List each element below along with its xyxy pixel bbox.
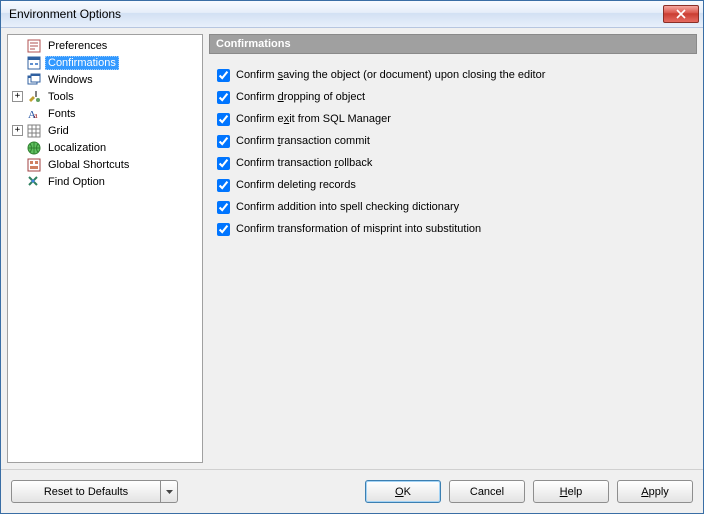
ok-button[interactable]: OK <box>365 480 441 503</box>
expander-spacer <box>12 40 23 51</box>
reset-defaults-dropdown[interactable] <box>161 480 178 503</box>
confirm-label[interactable]: Confirm saving the object (or document) … <box>236 69 545 81</box>
svg-text:a: a <box>34 111 38 120</box>
confirm-option-row: Confirm deleting records <box>215 174 691 196</box>
confirm-option-row: Confirm transaction rollback <box>215 152 691 174</box>
tree-item-grid[interactable]: + Grid <box>8 122 202 139</box>
confirm-checkbox-2[interactable] <box>217 113 230 126</box>
close-icon <box>676 9 686 19</box>
confirm-option-row: Confirm transaction commit <box>215 130 691 152</box>
tree-item-global-shortcuts[interactable]: Global Shortcuts <box>8 156 202 173</box>
reset-defaults-button[interactable]: Reset to Defaults <box>11 480 161 503</box>
section-header: Confirmations <box>209 34 697 54</box>
tree-item-confirmations[interactable]: Confirmations <box>8 54 202 71</box>
tree-item-label: Find Option <box>45 175 108 189</box>
local-icon <box>26 140 42 156</box>
tree-item-find-option[interactable]: Find Option <box>8 173 202 190</box>
tree-item-label: Localization <box>45 141 109 155</box>
titlebar: Environment Options <box>1 1 703 28</box>
tree-item-tools[interactable]: + Tools <box>8 88 202 105</box>
confirm-label[interactable]: Confirm transaction commit <box>236 135 370 147</box>
confirm-label[interactable]: Confirm transformation of misprint into … <box>236 223 481 235</box>
confirm-checkbox-3[interactable] <box>217 135 230 148</box>
confirm-option-row: Confirm dropping of object <box>215 86 691 108</box>
window-title: Environment Options <box>9 7 663 21</box>
tree-item-label: Grid <box>45 124 72 138</box>
button-bar: Reset to Defaults OK Cancel Help Apply <box>1 469 703 513</box>
tree-item-label: Fonts <box>45 107 79 121</box>
expander-spacer <box>12 159 23 170</box>
expander-spacer <box>12 108 23 119</box>
confirm-option-row: Confirm saving the object (or document) … <box>215 64 691 86</box>
tree-item-label: Confirmations <box>45 56 119 70</box>
confirm-label[interactable]: Confirm transaction rollback <box>236 157 372 169</box>
tree-item-preferences[interactable]: Preferences <box>8 37 202 54</box>
tree-item-windows[interactable]: Windows <box>8 71 202 88</box>
apply-button[interactable]: Apply <box>617 480 693 503</box>
cancel-button[interactable]: Cancel <box>449 480 525 503</box>
expander-icon[interactable]: + <box>12 125 23 136</box>
windows-icon <box>26 72 42 88</box>
fonts-icon: Aa <box>26 106 42 122</box>
confirm-label[interactable]: Confirm dropping of object <box>236 91 365 103</box>
content-area: PreferencesConfirmationsWindows+ToolsAaF… <box>1 28 703 469</box>
tools-icon <box>26 89 42 105</box>
pref-icon <box>26 38 42 54</box>
chevron-down-icon <box>166 490 173 494</box>
confirm-option-row: Confirm exit from SQL Manager <box>215 108 691 130</box>
confirm-option-row: Confirm addition into spell checking dic… <box>215 196 691 218</box>
tree-item-localization[interactable]: Localization <box>8 139 202 156</box>
confirm-label[interactable]: Confirm exit from SQL Manager <box>236 113 391 125</box>
find-icon <box>26 174 42 190</box>
dialog-window: Environment Options Preferences Confirmat… <box>0 0 704 514</box>
expander-icon[interactable]: + <box>12 91 23 102</box>
tree-item-label: Global Shortcuts <box>45 158 132 172</box>
confirm-option-row: Confirm transformation of misprint into … <box>215 218 691 240</box>
expander-spacer <box>12 57 23 68</box>
expander-spacer <box>12 74 23 85</box>
close-button[interactable] <box>663 5 699 23</box>
help-button[interactable]: Help <box>533 480 609 503</box>
confirm-checkbox-6[interactable] <box>217 201 230 214</box>
tree-item-label: Tools <box>45 90 77 104</box>
confirm-checkbox-5[interactable] <box>217 179 230 192</box>
confirm-checkbox-4[interactable] <box>217 157 230 170</box>
expander-spacer <box>12 176 23 187</box>
confirm-checkbox-1[interactable] <box>217 91 230 104</box>
expander-spacer <box>12 142 23 153</box>
tree-item-label: Preferences <box>45 39 110 53</box>
tree-item-label: Windows <box>45 73 96 87</box>
grid-icon <box>26 123 42 139</box>
shortcut-icon <box>26 157 42 173</box>
confirm-icon <box>26 55 42 71</box>
main-panel: Confirmations Confirm saving the object … <box>209 34 697 463</box>
confirm-label[interactable]: Confirm addition into spell checking dic… <box>236 201 459 213</box>
category-tree[interactable]: PreferencesConfirmationsWindows+ToolsAaF… <box>7 34 203 463</box>
reset-defaults-split[interactable]: Reset to Defaults <box>11 480 178 503</box>
section-body: Confirm saving the object (or document) … <box>209 54 697 463</box>
tree-item-fonts[interactable]: AaFonts <box>8 105 202 122</box>
confirm-label[interactable]: Confirm deleting records <box>236 179 356 191</box>
confirm-checkbox-7[interactable] <box>217 223 230 236</box>
confirm-checkbox-0[interactable] <box>217 69 230 82</box>
